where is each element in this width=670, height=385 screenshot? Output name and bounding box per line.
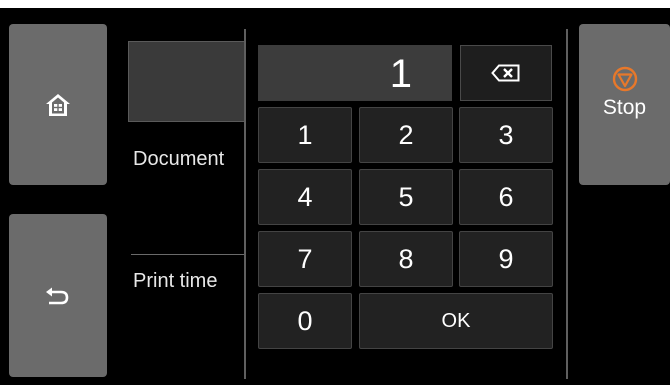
home-button[interactable] (9, 24, 107, 185)
back-button[interactable] (9, 214, 107, 377)
key-2[interactable]: 2 (359, 107, 453, 163)
printer-panel-screen: Document Print time 1 1 2 3 4 5 6 7 8 9 … (0, 8, 670, 385)
print-time-label: Print time (133, 270, 218, 292)
key-3[interactable]: 3 (459, 107, 553, 163)
document-preview (128, 41, 248, 122)
back-arrow-icon (46, 287, 69, 304)
document-label: Document (133, 148, 225, 170)
key-7[interactable]: 7 (258, 231, 352, 287)
key-5[interactable]: 5 (359, 169, 453, 225)
home-icon (46, 93, 70, 116)
key-0[interactable]: 0 (258, 293, 352, 349)
stop-button[interactable]: Stop (579, 24, 670, 185)
stop-icon (612, 66, 637, 92)
key-9[interactable]: 9 (459, 231, 553, 287)
keypad-divider-right (566, 29, 568, 379)
backspace-button[interactable] (460, 45, 552, 101)
stop-label: Stop (602, 96, 647, 119)
numeric-display: 1 (258, 45, 452, 101)
ok-button[interactable]: OK (359, 293, 553, 349)
key-1[interactable]: 1 (258, 107, 352, 163)
key-6[interactable]: 6 (459, 169, 553, 225)
key-4[interactable]: 4 (258, 169, 352, 225)
key-8[interactable]: 8 (359, 231, 453, 287)
separator (131, 254, 249, 255)
backspace-icon (491, 64, 520, 82)
